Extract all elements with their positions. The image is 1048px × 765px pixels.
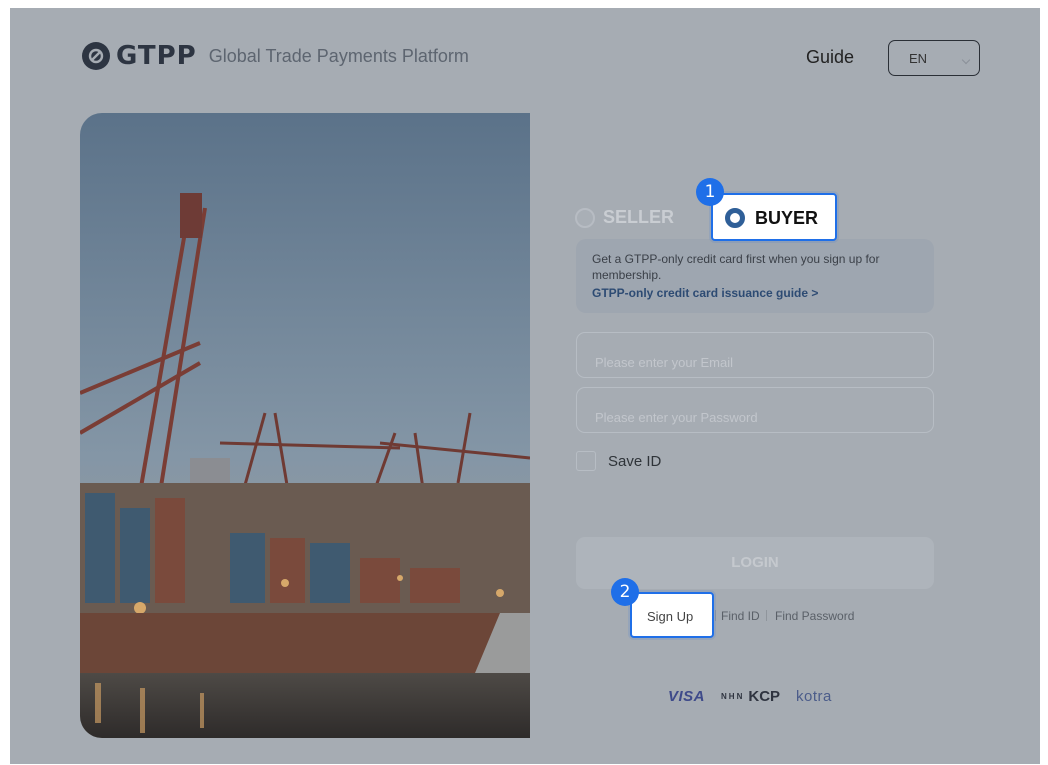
buyer-option-highlight[interactable]: BUYER — [711, 193, 837, 241]
password-field[interactable] — [576, 387, 934, 433]
seller-option[interactable]: SELLER — [575, 207, 674, 228]
logo[interactable]: GTPP Global Trade Payments Platform — [82, 42, 469, 70]
guide-link[interactable]: Guide — [806, 47, 854, 68]
step-badge-1: 1 — [696, 178, 724, 206]
platform-name: Global Trade Payments Platform — [208, 46, 469, 66]
seller-label: SELLER — [603, 207, 675, 227]
info-box: Get a GTPP-only credit card first when y… — [576, 239, 934, 313]
sign-up-highlight[interactable]: Sign Up — [630, 592, 714, 638]
sign-up-link[interactable]: Sign Up — [647, 609, 693, 624]
header: GTPP Global Trade Payments Platform Guid… — [10, 8, 1040, 108]
save-id-checkbox[interactable] — [576, 451, 596, 471]
kcp-logo: KCP — [748, 688, 781, 705]
port-photo — [80, 113, 530, 738]
buyer-label: BUYER — [755, 208, 819, 228]
kotra-logo: kotra — [796, 688, 832, 705]
login-card: SELLER Get a GTPP-only credit card first… — [80, 113, 980, 738]
card-issuance-guide-link[interactable]: GTPP-only credit card issuance guide > — [592, 285, 918, 301]
language-select[interactable]: EN — [888, 40, 980, 76]
email-field[interactable] — [576, 332, 934, 378]
link-divider — [715, 610, 716, 621]
save-id-label: Save ID — [608, 452, 662, 470]
save-id-option[interactable]: Save ID — [576, 451, 661, 471]
chevron-down-icon — [961, 55, 971, 65]
find-password-link[interactable]: Find Password — [775, 609, 854, 623]
link-divider — [766, 610, 767, 621]
logo-text: GTPP — [116, 41, 197, 71]
page-overlay: GTPP Global Trade Payments Platform Guid… — [10, 8, 1040, 764]
seller-radio[interactable] — [575, 207, 595, 228]
info-message: Get a GTPP-only credit card first when y… — [592, 252, 880, 282]
buyer-radio[interactable] — [725, 208, 745, 228]
gtpp-logo-icon — [82, 42, 110, 70]
visa-logo: VISA — [668, 688, 706, 705]
find-id-link[interactable]: Find ID — [721, 609, 760, 623]
language-value: EN — [909, 51, 928, 66]
partner-logos: VISA NHN KCP kotra — [668, 688, 832, 705]
nhn-logo: NHN — [721, 692, 745, 701]
step-badge-2: 2 — [611, 578, 639, 606]
